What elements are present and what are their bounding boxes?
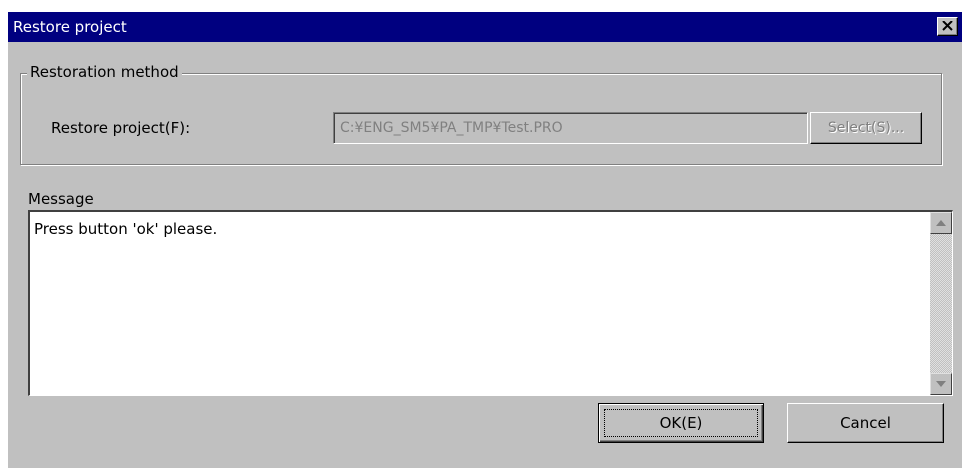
close-button[interactable] xyxy=(937,17,958,36)
ok-button-label: OK(E) xyxy=(659,414,703,432)
message-label: Message xyxy=(28,190,94,208)
select-button: Select(S)... xyxy=(810,112,922,144)
message-textarea[interactable]: Press button 'ok' please. xyxy=(28,210,953,396)
message-text: Press button 'ok' please. xyxy=(34,220,218,238)
cancel-button[interactable]: Cancel xyxy=(787,403,944,443)
restoration-method-title: Restoration method xyxy=(27,62,182,82)
scroll-down-arrow-icon xyxy=(936,381,946,387)
scroll-up-arrow-icon xyxy=(936,220,946,226)
scroll-up-button[interactable] xyxy=(930,212,952,234)
dialog-title: Restore project xyxy=(13,18,127,36)
restore-project-label: Restore project(F): xyxy=(51,119,191,137)
scroll-down-button[interactable] xyxy=(930,373,952,395)
title-bar[interactable]: Restore project xyxy=(8,12,962,42)
close-icon xyxy=(942,21,953,31)
restore-project-path-field: C:¥ENG_SM5¥PA_TMP¥Test.PRO xyxy=(333,112,808,144)
ok-button[interactable]: OK(E) xyxy=(598,403,764,443)
message-scrollbar[interactable] xyxy=(930,212,952,395)
